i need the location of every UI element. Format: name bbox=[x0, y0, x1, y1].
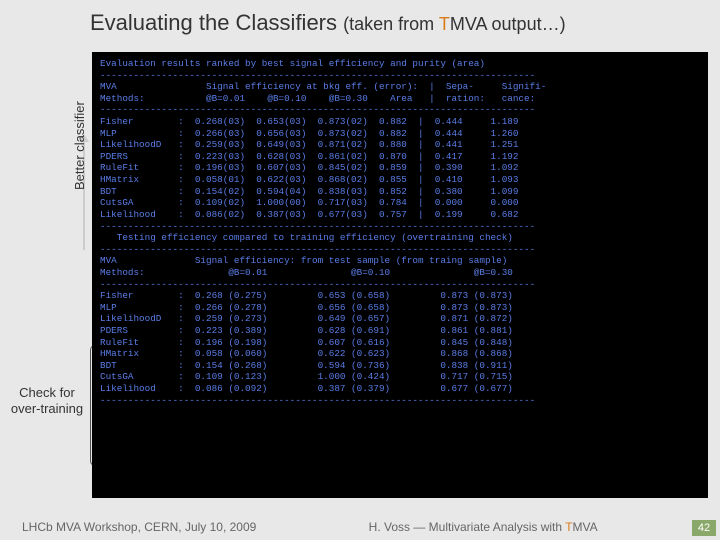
better-classifier-label: Better classifier bbox=[72, 101, 87, 190]
footer: LHCb MVA Workshop, CERN, July 10, 2009 H… bbox=[0, 520, 720, 534]
overtrain-check-label: Check for over-training bbox=[6, 385, 88, 416]
slide-root: Evaluating the Classifiers (taken from T… bbox=[0, 0, 720, 540]
terminal-text: Evaluation results ranked by best signal… bbox=[100, 58, 700, 406]
page-number: 42 bbox=[692, 520, 716, 536]
title-sub: (taken from TMVA output…) bbox=[343, 14, 565, 34]
terminal-output: Evaluation results ranked by best signal… bbox=[92, 52, 708, 498]
title-main: Evaluating the Classifiers bbox=[90, 10, 337, 35]
slide-title: Evaluating the Classifiers (taken from T… bbox=[90, 10, 566, 36]
footer-left: LHCb MVA Workshop, CERN, July 10, 2009 bbox=[22, 520, 256, 534]
footer-center: H. Voss ― Multivariate Analysis with TMV… bbox=[256, 520, 710, 534]
